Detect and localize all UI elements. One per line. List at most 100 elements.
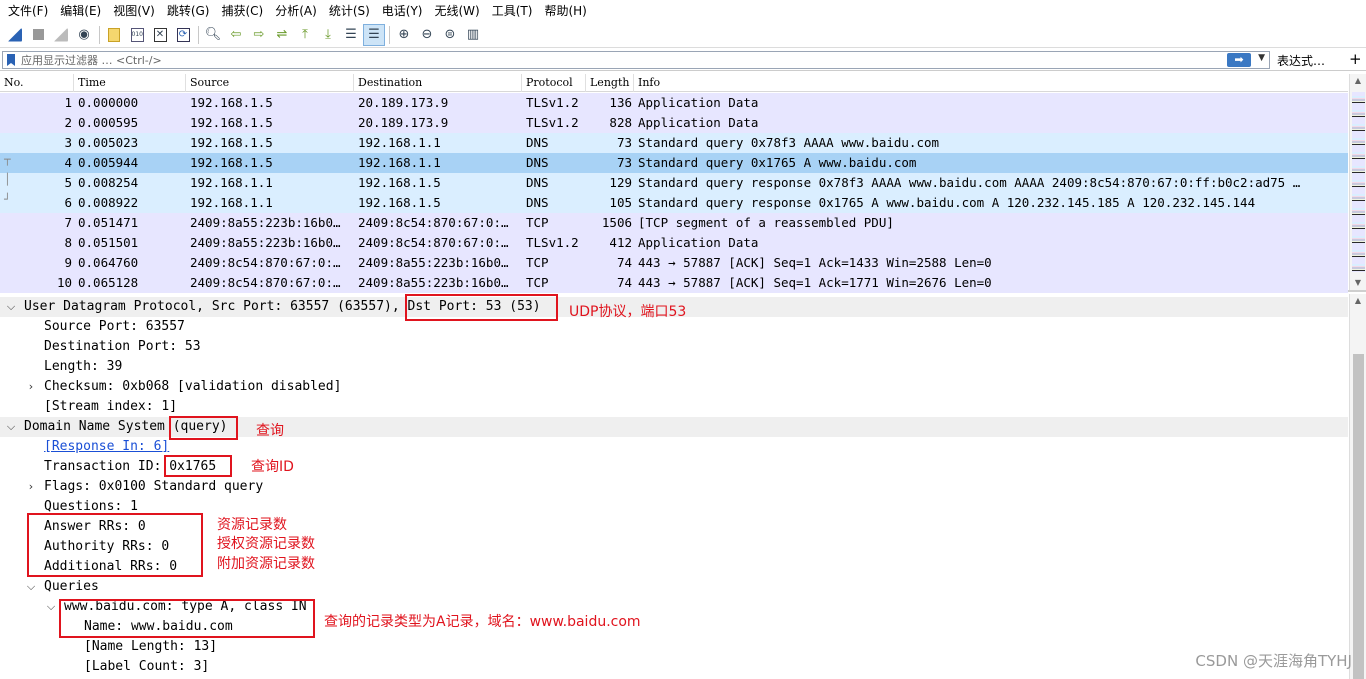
go-to-packet-icon[interactable]: ⇌ (271, 24, 293, 46)
annotation-answer: 资源记录数 (217, 517, 287, 533)
packet-row[interactable]: 6 0.008922 192.168.1.1 192.168.1.5 DNS 105 Sta… (0, 193, 1348, 213)
tree-response-in[interactable]: [Response In: 6] (0, 437, 1348, 457)
packet-cell-src: 2409:8a55:223b:16b0… (190, 235, 341, 250)
menu-telephony[interactable]: 电话(Y) (376, 0, 429, 22)
packet-cell-dst: 192.168.1.5 (358, 175, 441, 190)
packet-row[interactable]: 2 0.000595 192.168.1.5 20.189.173.9 TLSv1.2 8… (0, 113, 1348, 133)
chevron-right-icon[interactable]: › (25, 477, 37, 497)
packet-cell-time: 0.051471 (78, 215, 139, 230)
packet-row[interactable]: 8 0.051501 2409:8a55:223b:16b0… 2409:8c54:8… (0, 233, 1348, 253)
resize-columns-icon[interactable]: ▥ (462, 24, 484, 46)
scroll-down-icon[interactable]: ▼ (1350, 276, 1366, 290)
menu-wireless[interactable]: 无线(W) (429, 0, 486, 22)
column-info[interactable]: Info (634, 74, 1348, 92)
menu-help[interactable]: 帮助(H) (538, 0, 592, 22)
go-last-icon[interactable]: ⤓ (317, 24, 339, 46)
menu-file[interactable]: 文件(F) (2, 0, 54, 22)
column-no[interactable]: No. (0, 74, 74, 92)
open-file-icon[interactable] (103, 24, 125, 46)
tree-queries[interactable]: ⌵ Queries (0, 577, 1348, 597)
tree-dst-port[interactable]: Destination Port: 53 (0, 337, 1348, 357)
annotation-additional: 附加资源记录数 (217, 556, 315, 572)
restart-capture-icon[interactable] (50, 24, 72, 46)
packet-row[interactable]: 10 0.065128 2409:8c54:870:67:0:… 2409:8a55:… (0, 273, 1348, 293)
stream-index-text: [Stream index: 1] (44, 399, 178, 414)
go-forward-icon[interactable]: ⇨ (248, 24, 270, 46)
stop-capture-icon[interactable] (27, 24, 49, 46)
scroll-up-icon[interactable]: ▲ (1350, 74, 1366, 88)
packet-minimap[interactable] (1352, 92, 1365, 272)
packet-row[interactable]: 3 0.005023 192.168.1.5 192.168.1.1 DNS 73 Stan… (0, 133, 1348, 153)
packet-cell-len: 73 (616, 155, 632, 170)
toolbar-separator (198, 25, 199, 44)
go-first-icon[interactable]: ⤒ (294, 24, 316, 46)
reload-file-icon[interactable]: ⟳ (172, 24, 194, 46)
expression-button[interactable]: 表达式… (1277, 52, 1325, 69)
menu-tools[interactable]: 工具(T) (486, 0, 539, 22)
display-filter-input[interactable]: 应用显示过滤器 … <Ctrl-/> ➡ ▼ (2, 51, 1270, 69)
tree-label-count[interactable]: [Label Count: 3] (0, 657, 1348, 677)
packet-cell-len: 73 (616, 135, 632, 150)
menu-capture[interactable]: 捕获(C) (215, 0, 269, 22)
shark-fin-start-icon[interactable] (4, 24, 26, 46)
packet-cell-info: Standard query response 0x78f3 AAAA www.… (638, 175, 1301, 190)
packet-list-header: No. Time Source Destination Protocol Len… (0, 74, 1348, 92)
bookmark-icon[interactable] (7, 54, 15, 66)
tree-flags[interactable]: › Flags: 0x0100 Standard query (0, 477, 1348, 497)
chevron-down-icon[interactable]: ⌵ (45, 597, 57, 617)
packet-cell-time: 0.008254 (78, 175, 139, 190)
tree-length[interactable]: Length: 39 (0, 357, 1348, 377)
packet-cell-dst: 192.168.1.1 (358, 155, 441, 170)
packet-cell-proto: DNS (526, 135, 549, 150)
menu-edit[interactable]: 编辑(E) (54, 0, 107, 22)
column-source[interactable]: Source (186, 74, 354, 92)
chevron-down-icon[interactable]: ⌵ (25, 577, 37, 597)
menu-view[interactable]: 视图(V) (107, 0, 161, 22)
packet-row[interactable]: 9 0.064760 2409:8c54:870:67:0:… 2409:8a55:2… (0, 253, 1348, 273)
column-time[interactable]: Time (74, 74, 186, 92)
packet-cell-time: 0.064760 (78, 255, 139, 270)
packet-cell-info: Application Data (638, 95, 759, 110)
menu-analyze[interactable]: 分析(A) (269, 0, 323, 22)
scroll-up-icon[interactable]: ▲ (1350, 294, 1366, 308)
response-in-link[interactable]: [Response In: 6] (44, 437, 169, 457)
tree-checksum[interactable]: › Checksum: 0xb068 [validation disabled] (0, 377, 1348, 397)
menu-statistics[interactable]: 统计(S) (323, 0, 376, 22)
autoscroll-icon[interactable]: ☰ (340, 24, 362, 46)
chevron-down-icon[interactable]: ⌵ (5, 297, 17, 317)
column-destination[interactable]: Destination (354, 74, 522, 92)
src-port-text: Source Port: 63557 (44, 319, 185, 334)
go-back-icon[interactable]: ⇦ (225, 24, 247, 46)
capture-options-icon[interactable]: ◉ (73, 24, 95, 46)
apply-filter-button[interactable]: ➡ (1227, 53, 1251, 67)
packet-row[interactable]: 1 0.000000 192.168.1.5 20.189.173.9 TLSv1.2 1… (0, 93, 1348, 113)
close-file-icon[interactable]: ✕ (149, 24, 171, 46)
find-packet-icon[interactable]: 🔍︎ (202, 24, 224, 46)
column-length[interactable]: Length (586, 74, 634, 92)
packet-row[interactable]: 4 0.005944 192.168.1.5 192.168.1.1 DNS 73 Stan… (0, 153, 1348, 173)
packet-list-scrollbar[interactable]: ▲ ▼ (1349, 74, 1366, 290)
packet-cell-src: 192.168.1.1 (190, 195, 273, 210)
packet-cell-proto: TCP (526, 255, 549, 270)
menu-go[interactable]: 跳转(G) (161, 0, 216, 22)
zoom-out-icon[interactable]: ⊖ (416, 24, 438, 46)
chevron-right-icon[interactable]: › (25, 377, 37, 397)
packet-cell-len: 74 (616, 255, 632, 270)
packet-row[interactable]: 7 0.051471 2409:8a55:223b:16b0… 2409:8c54:8… (0, 213, 1348, 233)
tree-stream-index[interactable]: [Stream index: 1] (0, 397, 1348, 417)
column-protocol[interactable]: Protocol (522, 74, 586, 92)
zoom-normal-icon[interactable]: ⊜ (439, 24, 461, 46)
save-file-icon[interactable]: 010 (126, 24, 148, 46)
add-filter-button[interactable]: + (1349, 50, 1362, 68)
annotation-box-rrs (27, 513, 203, 577)
colorize-icon[interactable]: ☰ (363, 23, 385, 46)
tree-name-length[interactable]: [Name Length: 13] (0, 637, 1348, 657)
details-scrollbar[interactable]: ▲ (1349, 294, 1366, 679)
chevron-down-icon[interactable]: ▼ (1258, 53, 1265, 63)
scrollbar-thumb[interactable] (1353, 354, 1364, 679)
related-packet-marker-icon: ┘ (4, 193, 11, 206)
related-packet-marker-icon: ┬ (4, 153, 11, 166)
zoom-in-icon[interactable]: ⊕ (393, 24, 415, 46)
packet-row[interactable]: 5 0.008254 192.168.1.1 192.168.1.5 DNS 129 Sta… (0, 173, 1348, 193)
chevron-down-icon[interactable]: ⌵ (5, 417, 17, 437)
